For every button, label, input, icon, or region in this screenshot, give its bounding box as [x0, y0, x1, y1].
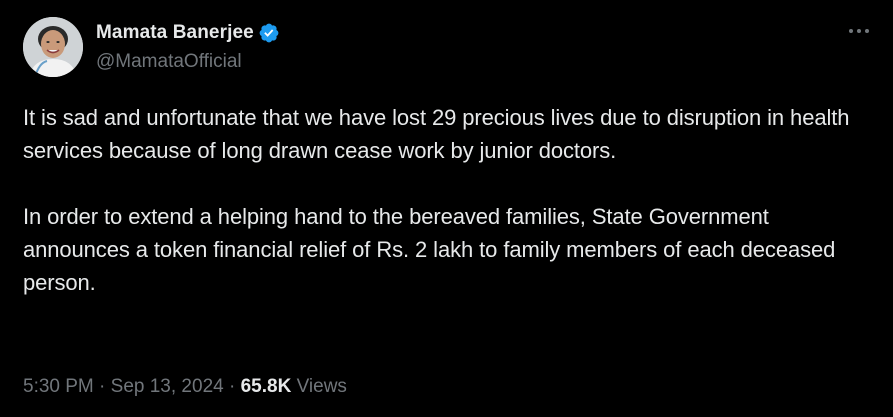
more-dots-icon: [849, 29, 869, 33]
author-name-row: Mamata Banerjee: [96, 21, 280, 45]
tweet-date[interactable]: Sep 13, 2024: [111, 376, 224, 398]
views-label: Views: [296, 376, 347, 397]
author-display-name[interactable]: Mamata Banerjee: [96, 22, 254, 44]
tweet-text: It is sad and unfortunate that we have l…: [23, 101, 873, 299]
more-options-button[interactable]: [846, 20, 872, 42]
tweet-meta: 5:30 PM · Sep 13, 2024 · 65.8K Views: [23, 376, 347, 398]
tweet-time[interactable]: 5:30 PM: [23, 376, 94, 398]
views-count: 65.8K: [240, 376, 292, 397]
meta-separator: ·: [228, 376, 236, 397]
verified-badge-icon[interactable]: [258, 22, 280, 44]
tweet-card: Mamata Banerjee @MamataOfficial It is sa…: [0, 0, 893, 417]
avatar[interactable]: [23, 17, 83, 77]
author-handle[interactable]: @MamataOfficial: [96, 51, 242, 73]
avatar-image: [23, 17, 83, 77]
tweet-paragraph: It is sad and unfortunate that we have l…: [23, 105, 850, 163]
meta-separator: ·: [99, 376, 106, 397]
tweet-paragraph: In order to extend a helping hand to the…: [23, 204, 836, 295]
